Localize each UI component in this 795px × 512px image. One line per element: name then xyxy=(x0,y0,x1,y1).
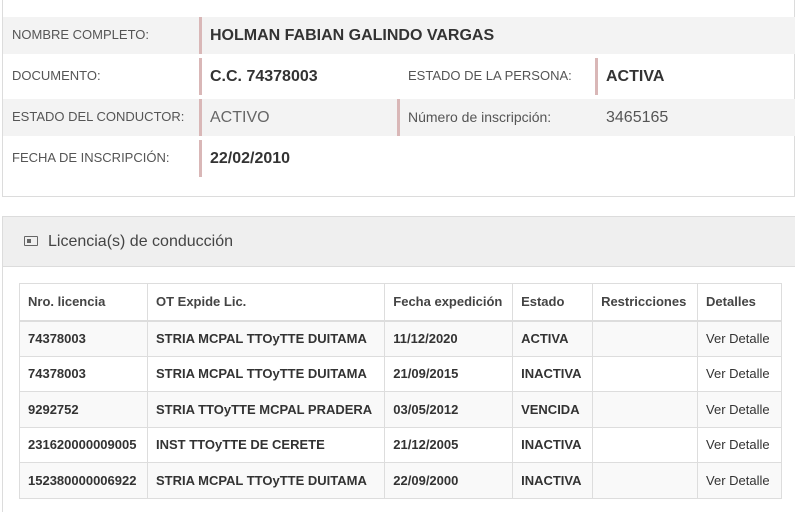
ver-detalle-link[interactable]: Ver Detalle xyxy=(697,391,782,428)
row-nombre: NOMBRE COMPLETO: HOLMAN FABIAN GALINDO V… xyxy=(3,17,795,54)
cell-estado: INACTIVA xyxy=(512,355,594,392)
licenses-title: Licencia(s) de conducción xyxy=(48,233,233,250)
licenses-table: Nro. licencia OT Expide Lic. Fecha exped… xyxy=(19,283,782,499)
fecha-inscripcion-label: FECHA DE INSCRIPCIÓN: xyxy=(12,150,170,165)
estado-persona-label: ESTADO DE LA PERSONA: xyxy=(408,68,572,83)
column-header: Restricciones xyxy=(592,283,699,322)
estado-conductor-label: ESTADO DEL CONDUCTOR: xyxy=(12,109,185,124)
cell-nro-licencia: 74378003 xyxy=(19,355,148,392)
cell-fecha-expedicion: 21/09/2015 xyxy=(384,355,514,392)
cell-estado: INACTIVA xyxy=(512,462,594,499)
cell-ot-expide: STRIA MCPAL TTOyTTE DUITAMA xyxy=(146,355,386,392)
column-header: Detalles xyxy=(697,283,782,322)
nombre-label: NOMBRE COMPLETO: xyxy=(12,27,150,42)
documento-value: C.C. 74378003 xyxy=(210,68,318,85)
separator xyxy=(199,99,202,136)
table-header-row: Nro. licencia OT Expide Lic. Fecha exped… xyxy=(19,283,782,322)
cell-nro-licencia: 74378003 xyxy=(19,320,148,357)
ver-detalle-link[interactable]: Ver Detalle xyxy=(697,462,782,499)
cell-fecha-expedicion: 21/12/2005 xyxy=(384,426,514,463)
cell-restricciones xyxy=(592,426,699,463)
table-row: 74378003 STRIA MCPAL TTOyTTE DUITAMA 21/… xyxy=(19,355,782,392)
cell-ot-expide: STRIA MCPAL TTOyTTE DUITAMA xyxy=(146,462,386,499)
cell-ot-expide: STRIA MCPAL TTOyTTE DUITAMA xyxy=(146,320,386,357)
cell-nro-licencia: 9292752 xyxy=(19,391,148,428)
cell-fecha-expedicion: 11/12/2020 xyxy=(384,320,514,357)
row-fecha-inscripcion: FECHA DE INSCRIPCIÓN: 22/02/2010 xyxy=(3,140,795,177)
separator xyxy=(199,17,202,54)
cell-fecha-expedicion: 03/05/2012 xyxy=(384,391,514,428)
table-row: 152380000006922 STRIA MCPAL TTOyTTE DUIT… xyxy=(19,462,782,499)
inscripcion-num-label: Número de inscripción: xyxy=(408,109,552,125)
table-row: 231620000009005 INST TTOyTTE DE CERETE 2… xyxy=(19,426,782,463)
cell-nro-licencia: 152380000006922 xyxy=(19,462,148,499)
cell-ot-expide: INST TTOyTTE DE CERETE xyxy=(146,426,386,463)
cell-nro-licencia: 231620000009005 xyxy=(19,426,148,463)
person-info-panel: NOMBRE COMPLETO: HOLMAN FABIAN GALINDO V… xyxy=(2,0,795,197)
licenses-panel: Licencia(s) de conducción Nro. licencia … xyxy=(2,216,795,512)
estado-conductor-value: ACTIVO xyxy=(210,109,270,126)
licenses-header: Licencia(s) de conducción xyxy=(3,217,795,267)
cell-estado: INACTIVA xyxy=(512,426,594,463)
cell-fecha-expedicion: 22/09/2000 xyxy=(384,462,514,499)
cell-restricciones xyxy=(592,391,699,428)
column-header: Nro. licencia xyxy=(19,283,148,322)
cell-restricciones xyxy=(592,355,699,392)
cell-restricciones xyxy=(592,320,699,357)
separator xyxy=(595,58,598,95)
ver-detalle-link[interactable]: Ver Detalle xyxy=(697,320,782,357)
ver-detalle-link[interactable]: Ver Detalle xyxy=(697,426,782,463)
inscripcion-num-value: 3465165 xyxy=(606,109,669,126)
documento-label: DOCUMENTO: xyxy=(12,68,101,83)
column-header: OT Expide Lic. xyxy=(146,283,386,322)
separator xyxy=(397,99,400,136)
cell-estado: VENCIDA xyxy=(512,391,594,428)
ver-detalle-link[interactable]: Ver Detalle xyxy=(697,355,782,392)
cell-restricciones xyxy=(592,462,699,499)
estado-persona-value: ACTIVA xyxy=(606,68,665,85)
separator xyxy=(199,140,202,177)
id-card-icon xyxy=(24,236,38,246)
separator xyxy=(199,58,202,95)
fecha-inscripcion-value: 22/02/2010 xyxy=(210,150,291,167)
row-estado-conductor: ESTADO DEL CONDUCTOR: ACTIVO Número de i… xyxy=(3,99,795,136)
column-header: Estado xyxy=(512,283,594,322)
column-header: Fecha expedición xyxy=(384,283,514,322)
table-row: 74378003 STRIA MCPAL TTOyTTE DUITAMA 11/… xyxy=(19,320,782,357)
table-row: 9292752 STRIA TTOyTTE MCPAL PRADERA 03/0… xyxy=(19,391,782,428)
cell-estado: ACTIVA xyxy=(512,320,594,357)
nombre-value: HOLMAN FABIAN GALINDO VARGAS xyxy=(210,27,495,44)
row-documento: DOCUMENTO: C.C. 74378003 ESTADO DE LA PE… xyxy=(3,58,795,95)
cell-ot-expide: STRIA TTOyTTE MCPAL PRADERA xyxy=(146,391,386,428)
